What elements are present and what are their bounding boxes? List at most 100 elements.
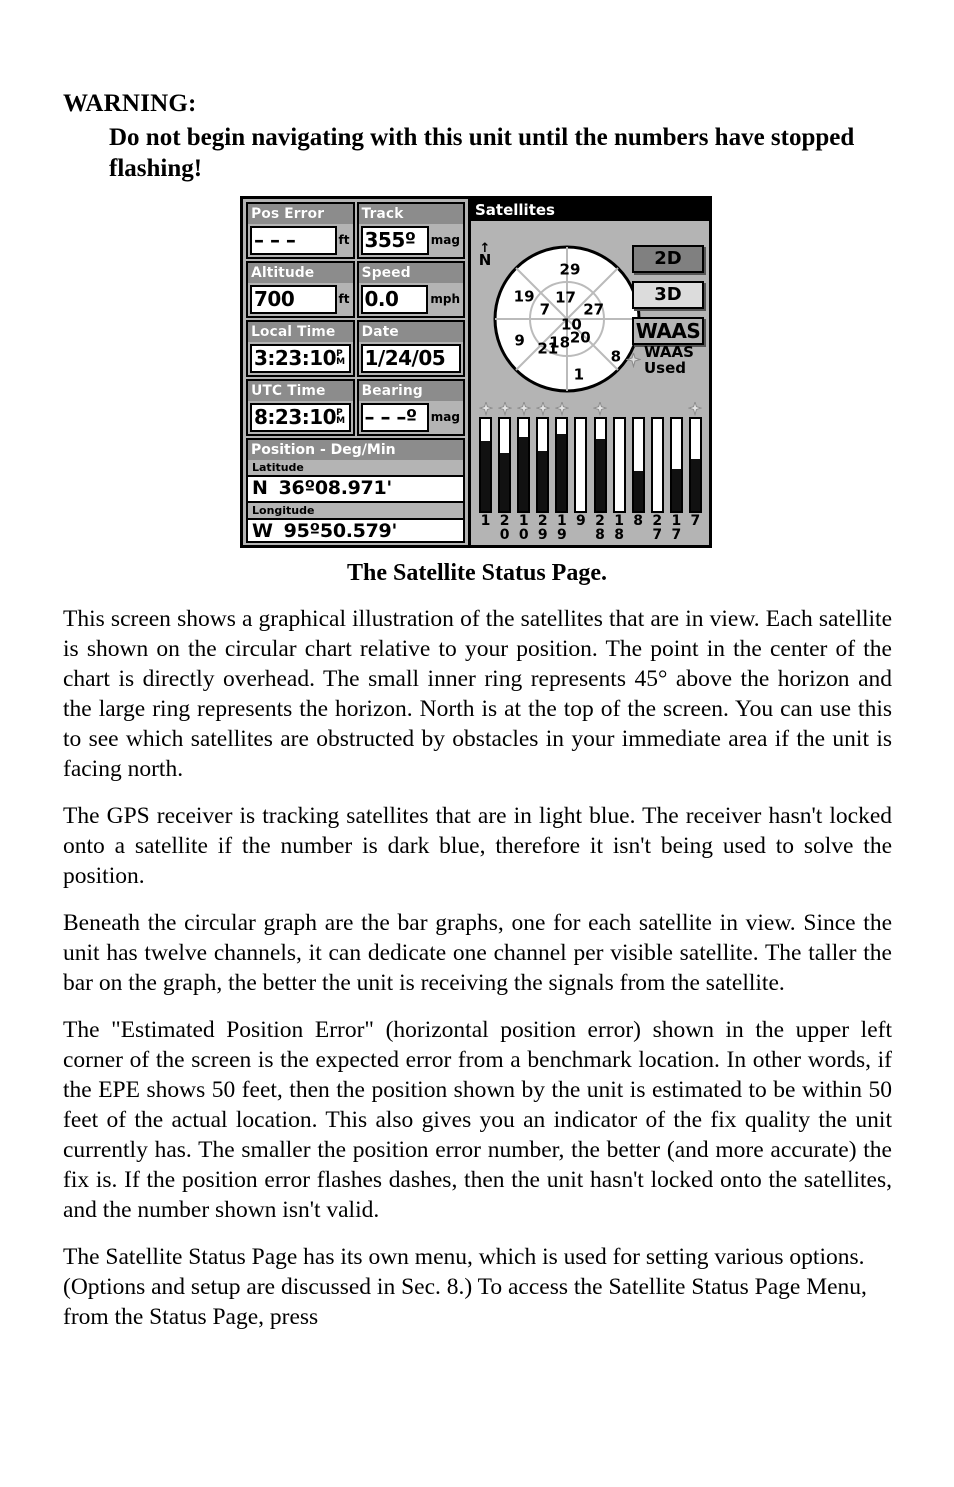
sky-satellite-17: 17 (555, 288, 576, 307)
latitude-value: N 36º08.971' (248, 475, 463, 503)
speed-value: 0.0 (360, 284, 429, 314)
sky-satellite-20: 20 (569, 328, 591, 347)
digit: 8 (614, 527, 624, 543)
utc-time-ampm: P M (336, 408, 345, 425)
waas-used-indicator: WAAS Used (626, 344, 704, 376)
signal-bar-track-1 (479, 417, 493, 513)
digit: 7 (671, 527, 682, 543)
signal-bar-track-10 (517, 417, 531, 513)
track-unit: mag (430, 233, 460, 247)
digit: 0 (518, 527, 529, 543)
speed-label: Speed (358, 263, 463, 283)
digit: 8 (633, 513, 644, 529)
digit: 1 (518, 513, 529, 529)
signal-bar-27 (648, 417, 667, 513)
utc-time-cell: UTC Time 8:23:10 P M (246, 379, 355, 436)
sky-satellite-1: 1 (573, 365, 585, 384)
sky-satellite-7: 7 (539, 300, 551, 319)
satellite-id-label-9: 9 (571, 514, 590, 542)
paragraph-1: This screen shows a graphical illustrati… (63, 606, 892, 782)
digit: 1 (671, 513, 682, 529)
latitude-number: 36º08.971' (278, 477, 393, 499)
satellite-id-labels-row: 12010291992818827177 (476, 514, 705, 542)
signal-bar-fill-10 (519, 437, 529, 511)
pos-error-cell: Pos Error – – – ft (246, 202, 355, 259)
data-row-4: UTC Time 8:23:10 P M Bearing – – –º mag (246, 379, 465, 436)
waas-marker-19 (552, 402, 571, 416)
utc-time-text: 8:23:10 (254, 404, 337, 429)
longitude-number: 95º50.579' (283, 520, 398, 542)
digit: 7 (690, 513, 701, 529)
track-label: Track (358, 204, 463, 224)
utc-time-label: UTC Time (248, 381, 353, 401)
satellite-id-label-27: 27 (648, 514, 667, 542)
bearing-label: Bearing (358, 381, 463, 401)
local-time-ampm-bottom: M (336, 356, 345, 367)
altitude-value: 700 (250, 284, 337, 314)
sky-satellite-9: 9 (514, 331, 525, 350)
signal-bar-8 (629, 417, 648, 513)
mode-button-waas[interactable]: WAAS (632, 317, 704, 345)
altitude-cell: Altitude 700 ft (246, 261, 355, 318)
longitude-hemisphere: W (252, 520, 273, 542)
body-text: This screen shows a graphical illustrati… (63, 604, 892, 1349)
position-header: Position - Deg/Min (248, 440, 463, 460)
longitude-value: W 95º50.579' (248, 518, 463, 542)
waas-marker-10 (514, 402, 533, 416)
signal-bar-7 (686, 417, 705, 513)
position-block: Position - Deg/Min Latitude N 36º08.971'… (246, 438, 465, 543)
warning-title: WARNING: (63, 90, 197, 117)
north-label: N (478, 251, 492, 269)
signal-bar-track-18 (612, 417, 626, 513)
gps-satellite-status-screenshot: Pos Error – – – ft Track 355º mag Altitu… (240, 196, 712, 548)
mode-button-group: 2D 3D WAAS (632, 245, 704, 345)
satellites-header: Satellites (471, 199, 709, 221)
sky-satellite-27: 27 (583, 300, 605, 319)
signal-bar-track-8 (631, 417, 645, 513)
figure-caption: The Satellite Status Page. (347, 560, 607, 586)
satellite-id-label-28: 28 (590, 514, 609, 542)
signal-bar-fill-1 (481, 441, 491, 511)
digit: 2 (537, 513, 548, 529)
digit: 2 (652, 513, 663, 529)
warning-block: WARNING: Do not begin navigating with th… (63, 88, 893, 184)
waas-used-label: WAAS Used (644, 344, 694, 376)
satellite-id-label-19: 19 (552, 514, 571, 542)
sky-satellite-19: 19 (513, 287, 535, 306)
digit: 2 (595, 513, 605, 529)
waas-asterisk-icon (626, 352, 641, 368)
waas-marker-7 (686, 402, 705, 416)
paragraph-3: Beneath the circular graph are the bar g… (63, 910, 892, 996)
mode-button-3d[interactable]: 3D (632, 281, 704, 309)
signal-bar-fill-7 (690, 459, 700, 511)
signal-bar-fill-20 (500, 453, 510, 511)
altitude-unit: ft (338, 292, 350, 306)
satellite-id-label-8: 8 (629, 514, 648, 542)
sky-plot-area: ↑ N 29 19 17 7 27 10 9 18 20 21 8 1 2D 3… (471, 221, 709, 399)
waas-used-line1: WAAS (644, 343, 694, 361)
altitude-label: Altitude (248, 263, 353, 283)
digit: 9 (537, 527, 548, 543)
signal-bar-19 (552, 417, 571, 513)
bearing-value: – – –º (360, 402, 429, 432)
data-row-3: Local Time 3:23:10 P M Date 1/24/05 (246, 320, 465, 377)
signal-bar-29 (533, 417, 552, 513)
signal-bar-fill-19 (557, 433, 567, 511)
data-row-2: Altitude 700 ft Speed 0.0 mph (246, 261, 465, 318)
date-cell: Date 1/24/05 (356, 320, 465, 377)
mode-button-2d[interactable]: 2D (632, 245, 704, 273)
pos-error-value: – – – (250, 225, 337, 255)
bearing-cell: Bearing – – –º mag (356, 379, 465, 436)
local-time-ampm: P M (336, 349, 345, 367)
digit: 1 (556, 513, 567, 529)
signal-bar-10 (514, 417, 533, 513)
signal-bar-track-27 (650, 417, 664, 513)
signal-bars-row (476, 417, 705, 513)
waas-marker-row (476, 401, 705, 417)
signal-bar-graph: 12010291992818827177 (471, 399, 709, 545)
signal-bar-fill-17 (671, 468, 681, 511)
waas-marker-1 (476, 402, 495, 416)
digit: 0 (499, 527, 510, 543)
signal-bar-1 (476, 417, 495, 513)
north-indicator: ↑ N (478, 242, 492, 269)
